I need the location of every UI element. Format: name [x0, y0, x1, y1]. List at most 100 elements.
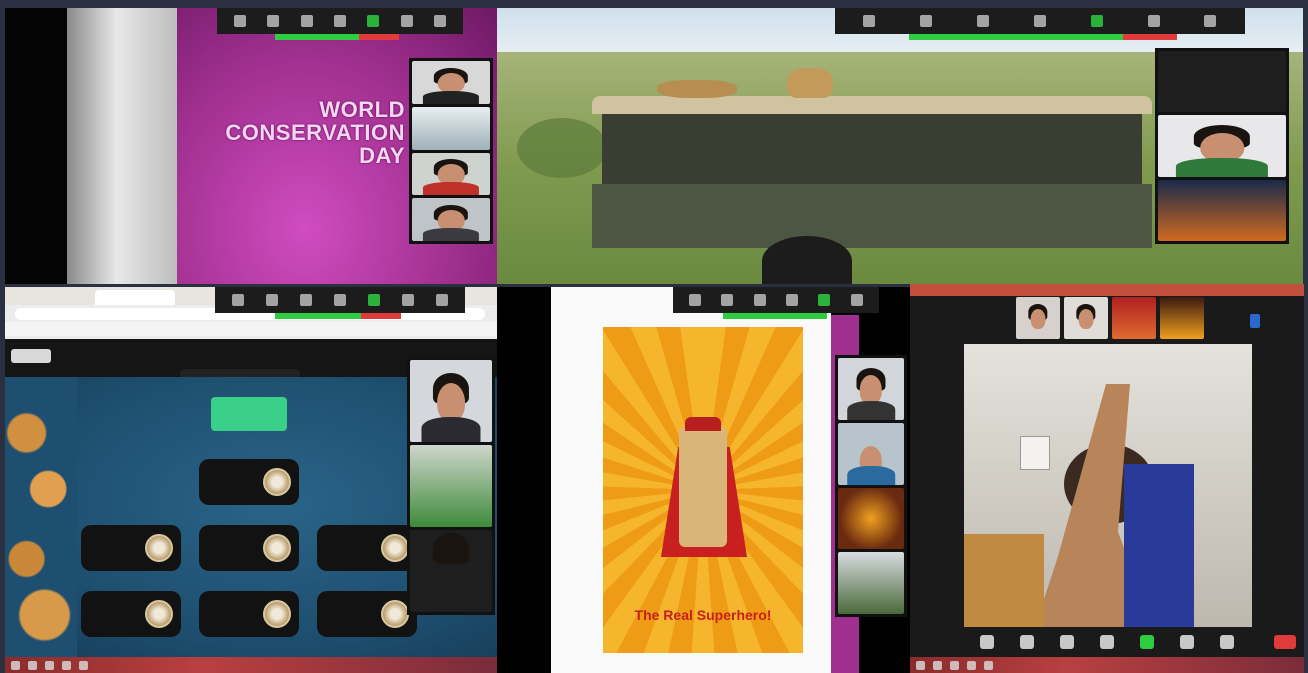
search-icon[interactable] [933, 660, 942, 670]
video-icon[interactable] [920, 15, 933, 27]
player-card[interactable] [81, 525, 181, 571]
search-icon[interactable] [28, 660, 37, 670]
player-card[interactable] [199, 525, 299, 571]
slide-title: WORLD CONSERVATION DAY [195, 98, 405, 167]
gallery-thumbnail[interactable] [1016, 297, 1060, 339]
zoom-share-toolbar[interactable] [215, 287, 465, 313]
reactions-icon[interactable] [436, 294, 448, 306]
poster-bubble [609, 463, 659, 497]
participant-tile[interactable] [838, 422, 904, 485]
participants-icon[interactable] [300, 294, 312, 306]
participant-tile[interactable] [412, 61, 490, 104]
participant-tile[interactable] [1158, 179, 1286, 241]
video-icon[interactable] [267, 15, 280, 27]
zoom-share-toolbar[interactable] [673, 287, 879, 313]
reactions-icon[interactable] [434, 15, 447, 27]
video-icon[interactable] [721, 294, 734, 306]
gallery-thumbnail[interactable] [1112, 297, 1156, 339]
slide-title-line1: WORLD [319, 97, 405, 122]
participant-tile[interactable] [1158, 115, 1286, 177]
folder-icon[interactable] [967, 660, 976, 670]
browser-icon[interactable] [45, 660, 54, 670]
participant-tile[interactable] [412, 152, 490, 196]
player-card[interactable] [199, 459, 299, 505]
reactions-icon[interactable] [1204, 15, 1217, 27]
folder-icon[interactable] [62, 660, 71, 670]
chat-icon[interactable] [334, 294, 346, 306]
windows-taskbar[interactable] [5, 657, 497, 673]
player-card[interactable] [81, 591, 181, 637]
panel-zoom-speaker-view [910, 284, 1304, 673]
screen-share-indicator [723, 313, 827, 319]
share-screen-icon[interactable] [818, 294, 831, 306]
record-icon[interactable] [850, 294, 863, 306]
video-icon[interactable] [266, 294, 278, 306]
lion [787, 68, 833, 98]
participants-icon[interactable] [753, 294, 766, 306]
video-icon[interactable] [1020, 635, 1034, 649]
participant-body [1175, 158, 1269, 177]
participant-tile[interactable] [410, 530, 492, 612]
chat-icon[interactable] [786, 294, 799, 306]
chat-icon[interactable] [333, 15, 346, 27]
player-card[interactable] [199, 591, 299, 637]
windows-start-icon[interactable] [916, 660, 925, 670]
chat-icon[interactable] [1100, 635, 1114, 649]
record-icon[interactable] [402, 294, 414, 306]
record-icon[interactable] [1180, 635, 1194, 649]
mic-icon[interactable] [689, 294, 702, 306]
participant-tile[interactable] [410, 360, 492, 442]
poster-bubble [667, 337, 707, 361]
mic-icon[interactable] [232, 294, 244, 306]
browser-icon[interactable] [950, 660, 959, 670]
mic-icon[interactable] [980, 635, 994, 649]
zoom-app-icon[interactable] [79, 660, 88, 670]
chat-icon[interactable] [1033, 15, 1046, 27]
player-card[interactable] [317, 591, 417, 637]
mic-icon[interactable] [863, 15, 876, 27]
stop-share-button[interactable] [360, 313, 401, 319]
windows-start-icon[interactable] [11, 660, 20, 670]
participants-icon[interactable] [1060, 635, 1074, 649]
zoom-meeting-controls[interactable] [910, 627, 1304, 657]
participant-tile[interactable] [412, 106, 490, 150]
gallery-next-icon[interactable] [1250, 314, 1260, 328]
zoom-app-icon[interactable] [984, 660, 993, 670]
participant-tile[interactable] [838, 358, 904, 420]
gallery-thumbnail[interactable] [1064, 297, 1108, 339]
end-meeting-button[interactable] [1274, 635, 1296, 649]
share-screen-icon[interactable] [1140, 635, 1154, 649]
participant-tile[interactable] [410, 445, 492, 527]
player-avatar [381, 534, 409, 562]
share-screen-icon[interactable] [368, 294, 380, 306]
share-screen-icon[interactable] [367, 15, 380, 27]
record-icon[interactable] [1147, 15, 1160, 27]
poster-bubble [613, 387, 683, 409]
participants-icon[interactable] [977, 15, 990, 27]
participant-tile[interactable] [838, 487, 904, 550]
participants-icon[interactable] [300, 15, 313, 27]
mic-icon[interactable] [233, 15, 246, 27]
share-screen-icon[interactable] [1090, 15, 1103, 27]
vehicle-body [592, 184, 1152, 248]
poster-caption: The Real Superhero! [634, 607, 772, 623]
browser-tab[interactable] [95, 290, 175, 305]
reactions-icon[interactable] [1220, 635, 1234, 649]
lion [657, 80, 737, 98]
windows-taskbar[interactable] [910, 657, 1304, 673]
start-button[interactable] [211, 397, 287, 431]
stop-share-button[interactable] [1123, 34, 1177, 40]
player-avatar [145, 600, 173, 628]
participant-tile[interactable] [412, 198, 490, 241]
zoom-share-toolbar[interactable] [835, 8, 1245, 34]
participant-hair [432, 533, 470, 565]
safari-vehicle [592, 96, 1152, 284]
record-icon[interactable] [400, 15, 413, 27]
stop-share-button[interactable] [359, 34, 399, 40]
participant-tile-camera-off[interactable] [1158, 51, 1286, 113]
zoom-share-toolbar[interactable] [217, 8, 463, 34]
meeting-collage: WORLD CONSERVATION DAY The Real Superher… [0, 0, 1308, 673]
player-card[interactable] [317, 525, 417, 571]
participant-tile[interactable] [838, 552, 904, 614]
gallery-thumbnail[interactable] [1160, 297, 1204, 339]
